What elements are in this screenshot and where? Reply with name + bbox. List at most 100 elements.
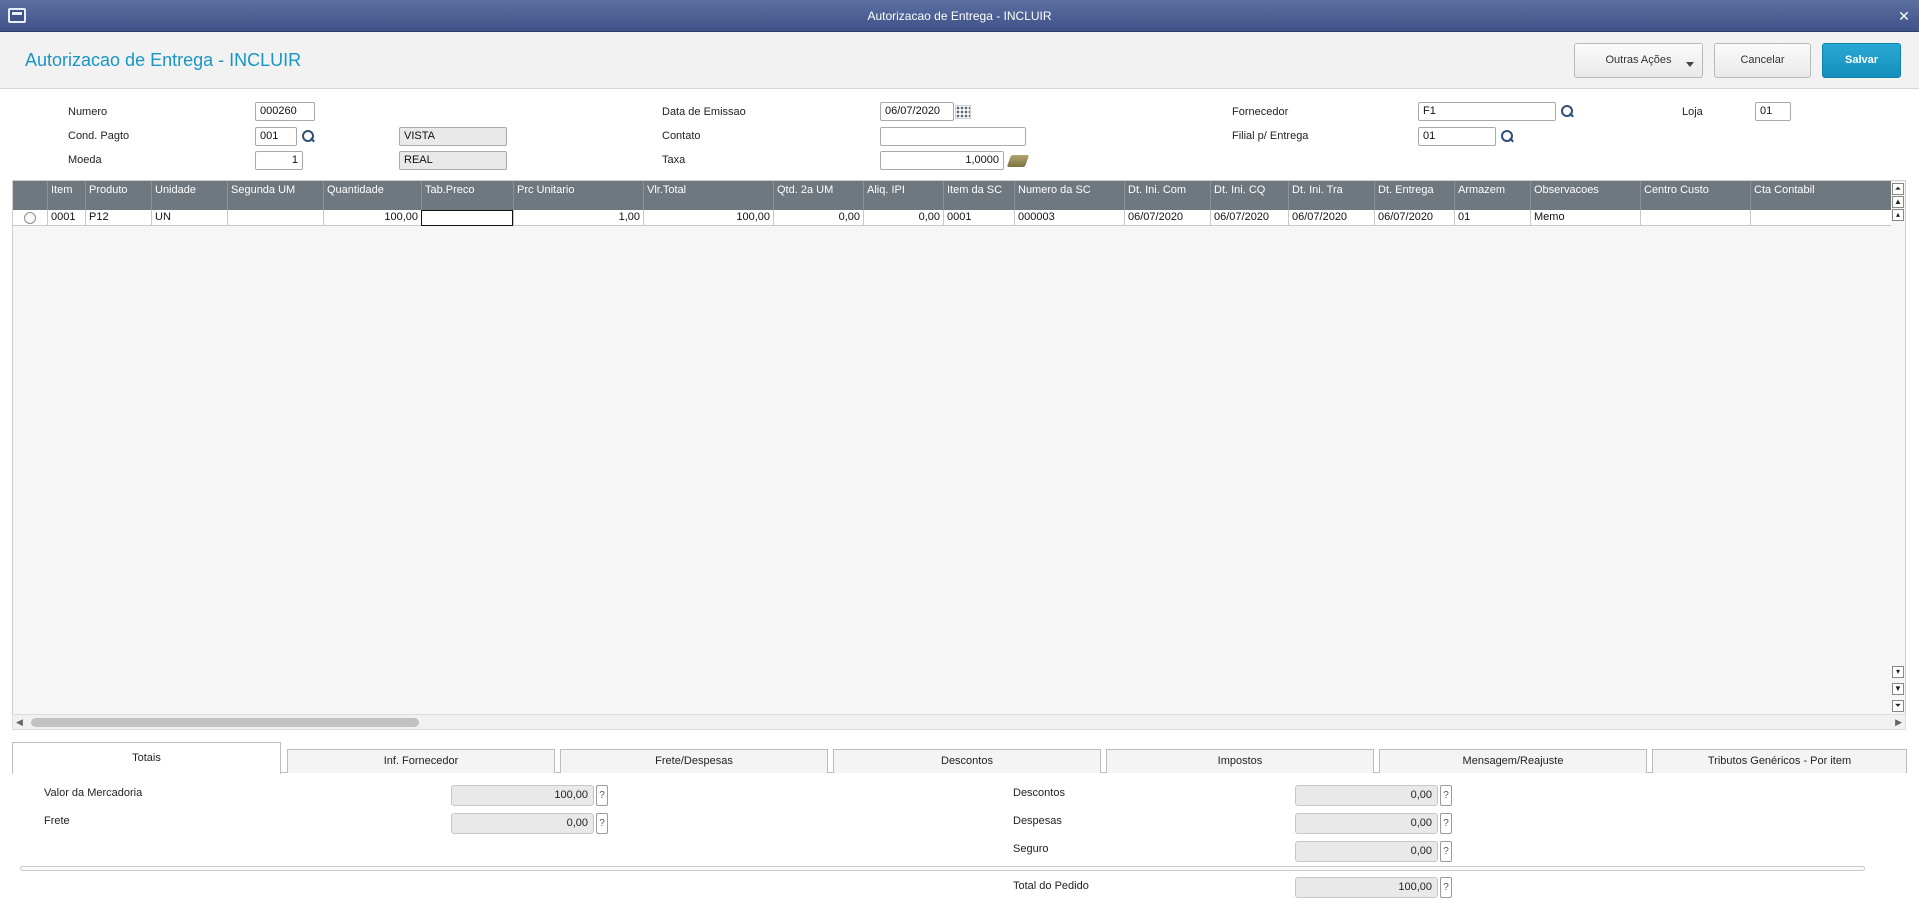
despesas-label: Despesas bbox=[1013, 815, 1062, 827]
fornecedor-field[interactable]: F1 bbox=[1418, 102, 1556, 121]
contato-label: Contato bbox=[662, 130, 701, 142]
total-pedido-label: Total do Pedido bbox=[1013, 880, 1089, 892]
help-icon[interactable]: ? bbox=[1440, 785, 1452, 806]
scroll-down-icon[interactable]: ▾ bbox=[1892, 666, 1904, 678]
column-header[interactable]: Vlr.Total bbox=[643, 181, 773, 210]
table-cell[interactable] bbox=[1640, 210, 1750, 226]
scroll-left-icon[interactable]: ◀ bbox=[16, 717, 23, 728]
column-header[interactable]: Produto bbox=[85, 181, 151, 210]
column-header[interactable]: Segunda UM bbox=[227, 181, 323, 210]
table-cell[interactable]: 0001 bbox=[47, 210, 85, 226]
other-actions-label: Outras Ações bbox=[1605, 54, 1672, 66]
table-cell[interactable]: UN bbox=[151, 210, 227, 226]
column-header[interactable]: Dt. Ini. Tra bbox=[1288, 181, 1374, 210]
scroll-up-icon[interactable]: ▴ bbox=[1892, 209, 1904, 221]
calendar-icon[interactable] bbox=[955, 105, 971, 119]
help-icon[interactable]: ? bbox=[596, 813, 608, 834]
column-header[interactable]: Item bbox=[47, 181, 85, 210]
table-cell[interactable]: 0,00 bbox=[863, 210, 943, 226]
grid-vertical-scrollbar[interactable]: ⏶ ▲ ▴ ▾ ▼ ⏷ bbox=[1891, 181, 1905, 716]
table-cell[interactable]: 01 bbox=[1454, 210, 1530, 226]
column-header[interactable]: Numero da SC bbox=[1014, 181, 1124, 210]
table-cell[interactable]: 0,00 bbox=[773, 210, 863, 226]
currency-icon[interactable] bbox=[1006, 155, 1030, 167]
column-header[interactable]: Aliq. IPI bbox=[863, 181, 943, 210]
help-icon[interactable]: ? bbox=[596, 785, 608, 806]
column-header[interactable]: Qtd. 2a UM bbox=[773, 181, 863, 210]
table-row[interactable]: 0001 P12 UN 100,00 1,00 100,00 0,00 0,00… bbox=[13, 210, 1901, 226]
column-header[interactable]: Dt. Entrega bbox=[1374, 181, 1454, 210]
total-pedido-value: 100,00 bbox=[1295, 877, 1438, 898]
scroll-right-icon[interactable]: ▶ bbox=[1895, 717, 1902, 728]
frete-value: 0,00 bbox=[451, 813, 594, 834]
table-cell[interactable]: 0001 bbox=[943, 210, 1014, 226]
data-emissao-field[interactable]: 06/07/2020 bbox=[880, 102, 954, 121]
column-header[interactable]: Tab.Preco bbox=[421, 181, 513, 210]
help-icon[interactable]: ? bbox=[1440, 877, 1452, 898]
tab-totais[interactable]: Totais bbox=[12, 742, 281, 774]
column-header[interactable]: Unidade bbox=[151, 181, 227, 210]
fornecedor-search-icon[interactable] bbox=[1560, 105, 1574, 119]
scroll-top-icon[interactable]: ⏶ bbox=[1892, 183, 1904, 195]
totals-panel: Valor da Mercadoria 100,00 ? Frete 0,00 … bbox=[12, 773, 1907, 905]
table-cell[interactable]: P12 bbox=[85, 210, 151, 226]
column-header[interactable]: Centro Custo bbox=[1640, 181, 1750, 210]
close-icon[interactable]: ✕ bbox=[1897, 9, 1911, 23]
cond-pagto-search-icon[interactable] bbox=[301, 130, 315, 144]
table-cell[interactable]: 100,00 bbox=[643, 210, 773, 226]
scroll-page-down-icon[interactable]: ▼ bbox=[1892, 683, 1904, 695]
column-header[interactable]: Item da SC bbox=[943, 181, 1014, 210]
descontos-value: 0,00 bbox=[1295, 785, 1438, 806]
table-cell[interactable] bbox=[227, 210, 323, 226]
table-cell[interactable]: 000003 bbox=[1014, 210, 1124, 226]
loja-field[interactable]: 01 bbox=[1755, 102, 1791, 121]
tab-impostos[interactable]: Impostos bbox=[1106, 749, 1374, 773]
table-cell[interactable] bbox=[1750, 210, 1901, 226]
filial-entrega-field[interactable]: 01 bbox=[1418, 127, 1496, 146]
tab-tributos-genericos[interactable]: Tributos Genéricos - Por item bbox=[1652, 749, 1907, 773]
column-header[interactable]: Dt. Ini. Com bbox=[1124, 181, 1210, 210]
table-cell[interactable]: 06/07/2020 bbox=[1210, 210, 1288, 226]
horizontal-scroll-thumb[interactable] bbox=[31, 718, 419, 727]
grid-horizontal-scrollbar[interactable]: ◀ ▶ bbox=[12, 714, 1906, 730]
numero-label: Numero bbox=[68, 106, 108, 118]
loja-label: Loja bbox=[1682, 106, 1703, 118]
page-header: Autorizacao de Entrega - INCLUIR Outras … bbox=[0, 32, 1919, 89]
help-icon[interactable]: ? bbox=[1440, 841, 1452, 862]
cond-pagto-field[interactable]: 001 bbox=[255, 127, 297, 146]
moeda-field[interactable]: 1 bbox=[255, 151, 303, 170]
table-cell[interactable]: 06/07/2020 bbox=[1288, 210, 1374, 226]
column-header[interactable]: Prc Unitario bbox=[513, 181, 643, 210]
table-cell[interactable]: Memo bbox=[1530, 210, 1640, 226]
cond-pagto-description: VISTA bbox=[399, 127, 507, 146]
tab-mensagem-reajuste[interactable]: Mensagem/Reajuste bbox=[1379, 749, 1647, 773]
scroll-page-up-icon[interactable]: ▲ bbox=[1892, 196, 1904, 208]
table-cell[interactable]: 1,00 bbox=[513, 210, 643, 226]
column-header[interactable]: Dt. Ini. CQ bbox=[1210, 181, 1288, 210]
page-title: Autorizacao de Entrega - INCLUIR bbox=[25, 50, 302, 70]
tab-descontos[interactable]: Descontos bbox=[833, 749, 1101, 773]
table-cell[interactable]: 06/07/2020 bbox=[1374, 210, 1454, 226]
tab-frete-despesas[interactable]: Frete/Despesas bbox=[560, 749, 828, 773]
column-header[interactable]: Observacoes bbox=[1530, 181, 1640, 210]
table-cell[interactable]: 06/07/2020 bbox=[1124, 210, 1210, 226]
footer-tabs: Totais Inf. Fornecedor Frete/Despesas De… bbox=[12, 742, 1907, 774]
filial-entrega-search-icon[interactable] bbox=[1500, 130, 1514, 144]
row-select-radio[interactable] bbox=[24, 212, 36, 224]
contato-field[interactable] bbox=[880, 127, 1026, 146]
cancel-button[interactable]: Cancelar bbox=[1714, 43, 1811, 78]
table-cell[interactable]: 100,00 bbox=[323, 210, 421, 226]
column-header[interactable]: Cta Contabil bbox=[1750, 181, 1901, 210]
tab-inf-fornecedor[interactable]: Inf. Fornecedor bbox=[287, 749, 555, 773]
column-header[interactable]: Quantidade bbox=[323, 181, 421, 210]
table-cell-focused[interactable] bbox=[421, 210, 513, 226]
window-title: Autorizacao de Entrega - INCLUIR bbox=[867, 9, 1052, 23]
seguro-value: 0,00 bbox=[1295, 841, 1438, 862]
scroll-bottom-icon[interactable]: ⏷ bbox=[1892, 700, 1904, 712]
numero-field[interactable]: 000260 bbox=[255, 102, 315, 121]
column-header[interactable]: Armazem bbox=[1454, 181, 1530, 210]
taxa-field[interactable]: 1,0000 bbox=[880, 151, 1004, 170]
other-actions-button[interactable]: Outras Ações bbox=[1574, 43, 1703, 78]
save-button[interactable]: Salvar bbox=[1822, 43, 1901, 78]
help-icon[interactable]: ? bbox=[1440, 813, 1452, 834]
